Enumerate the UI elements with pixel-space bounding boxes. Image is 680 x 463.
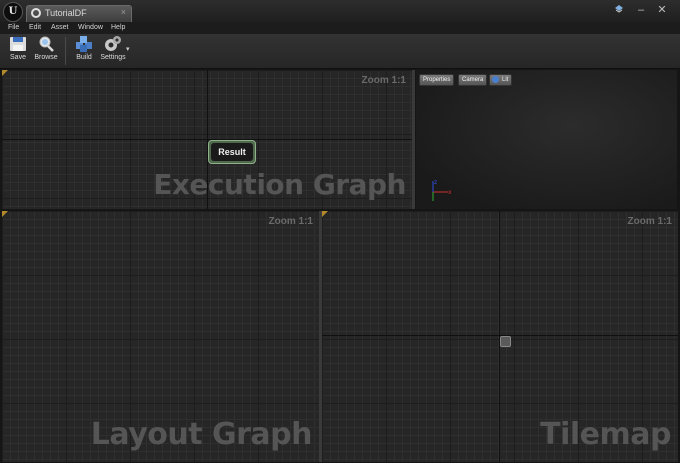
vertical-splitter[interactable]	[412, 70, 415, 209]
zoom-label: Zoom 1:1	[627, 216, 672, 227]
toolbar-separator	[65, 37, 66, 65]
save-label: Save	[10, 54, 26, 61]
menu-window[interactable]: Window	[78, 22, 103, 34]
menu-help[interactable]: Help	[111, 22, 125, 34]
close-button[interactable]: ✕	[655, 3, 669, 17]
gear-icon	[104, 36, 122, 52]
menu-asset[interactable]: Asset	[51, 22, 69, 34]
viewport-lit-label: Lit	[502, 77, 509, 83]
magnifier-icon	[37, 36, 55, 52]
execution-graph-panel[interactable]: Zoom 1:1 Result Execution Graph	[2, 70, 412, 209]
asset-icon	[31, 8, 41, 18]
panel-corner-marker	[322, 211, 328, 217]
document-tab[interactable]: TutorialDF ×	[26, 5, 132, 22]
zoom-label: Zoom 1:1	[361, 75, 406, 86]
save-button[interactable]: Save	[3, 36, 33, 66]
tab-close-icon[interactable]: ×	[121, 7, 126, 17]
browse-label: Browse	[34, 54, 58, 61]
panel-watermark: Tilemap	[540, 417, 671, 452]
toolbar: Save Browse Build Settings ▾	[0, 34, 680, 69]
layout-graph-panel[interactable]: Zoom 1:1 Layout Graph	[2, 211, 319, 462]
viewport-properties-button[interactable]: Properties	[419, 74, 455, 86]
result-node[interactable]: Result	[208, 140, 256, 164]
menu-bar: File Edit Asset Window Help	[0, 22, 680, 34]
build-button[interactable]: Build	[69, 36, 99, 66]
axis-x-label: x	[448, 189, 452, 196]
zoom-label: Zoom 1:1	[268, 216, 313, 227]
menu-edit[interactable]: Edit	[29, 22, 41, 34]
settings-label: Settings	[100, 54, 126, 61]
panel-corner-marker	[2, 211, 8, 217]
preview-viewport[interactable]: Properties Camera Lit x z	[416, 70, 677, 209]
menu-file[interactable]: File	[8, 22, 19, 34]
viewport-lit-button[interactable]: Lit	[489, 74, 513, 86]
chevron-down-icon[interactable]: ▾	[126, 45, 130, 53]
result-node-label: Result	[211, 143, 253, 161]
minimize-button[interactable]: –	[634, 3, 648, 17]
feedback-icon[interactable]	[612, 3, 626, 17]
panel-corner-marker	[2, 70, 8, 76]
panel-watermark: Layout Graph	[90, 417, 313, 452]
tab-title: TutorialDF	[45, 8, 87, 18]
panel-watermark: Execution Graph	[153, 168, 406, 201]
title-bar: U TutorialDF × – ✕	[0, 0, 680, 22]
tilemap-origin-marker[interactable]	[500, 336, 511, 347]
unreal-logo-icon: U	[3, 2, 23, 22]
build-icon	[75, 36, 93, 52]
save-icon	[9, 36, 27, 52]
viewport-camera-button[interactable]: Camera	[458, 74, 488, 86]
axis-gizmo-icon: x z	[432, 179, 452, 201]
lit-sphere-icon	[492, 76, 499, 83]
axis-z-label: z	[434, 179, 437, 186]
build-label: Build	[76, 54, 92, 61]
browse-button[interactable]: Browse	[31, 36, 61, 66]
settings-button[interactable]: Settings	[98, 36, 128, 66]
